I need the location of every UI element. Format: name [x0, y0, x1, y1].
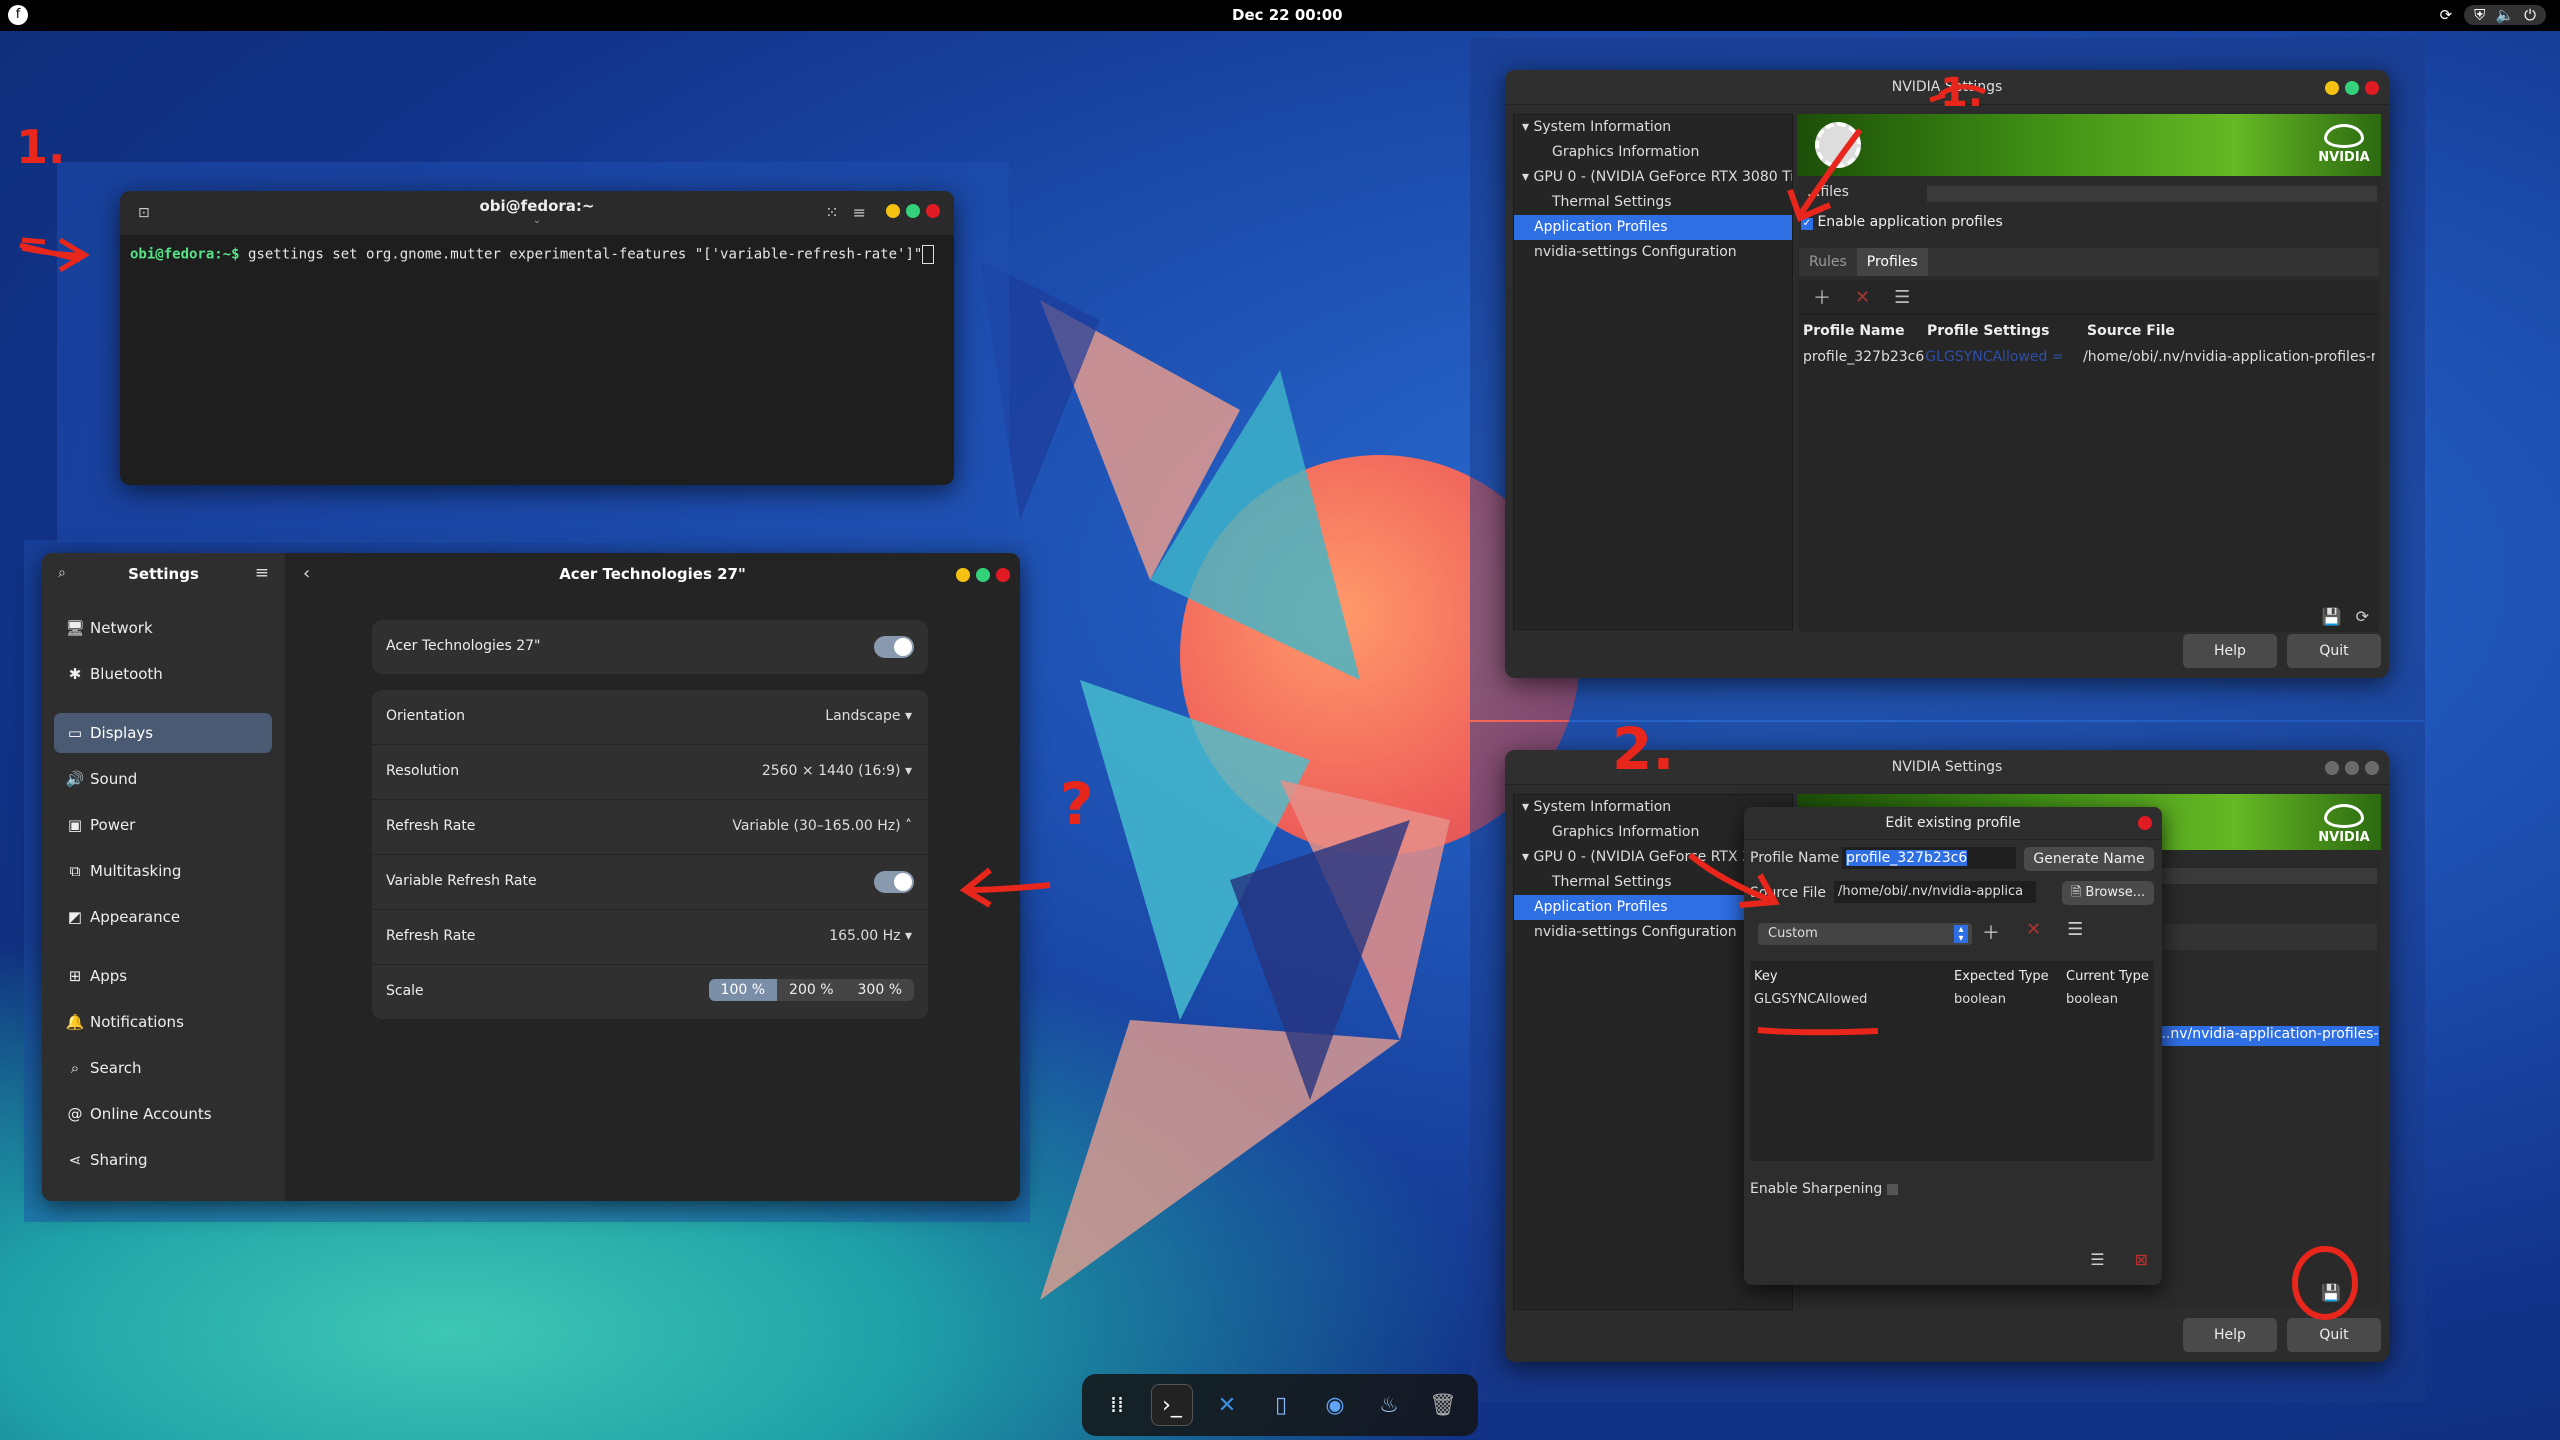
annotation-step-2-right: 2.: [1612, 715, 1675, 783]
vscode-icon[interactable]: ✕: [1207, 1385, 1247, 1425]
annotation-step-1-right: 1.: [1940, 70, 1984, 116]
chrome-icon[interactable]: ◉: [1315, 1385, 1355, 1425]
dock: ⁞⁞ ›_ ✕ ▯ ◉ ♨ 🗑: [1082, 1374, 1478, 1436]
terminal-icon[interactable]: ›_: [1151, 1384, 1193, 1426]
steam-icon[interactable]: ♨: [1369, 1385, 1409, 1425]
trash-icon[interactable]: 🗑: [1423, 1385, 1463, 1425]
annotation-question: ?: [1060, 770, 1094, 838]
annotation-step-1-left: 1.: [16, 120, 66, 174]
annotation-strokes: [19, 84, 2358, 1320]
files-icon[interactable]: ▯: [1261, 1385, 1301, 1425]
app-grid-icon[interactable]: ⁞⁞: [1097, 1385, 1137, 1425]
